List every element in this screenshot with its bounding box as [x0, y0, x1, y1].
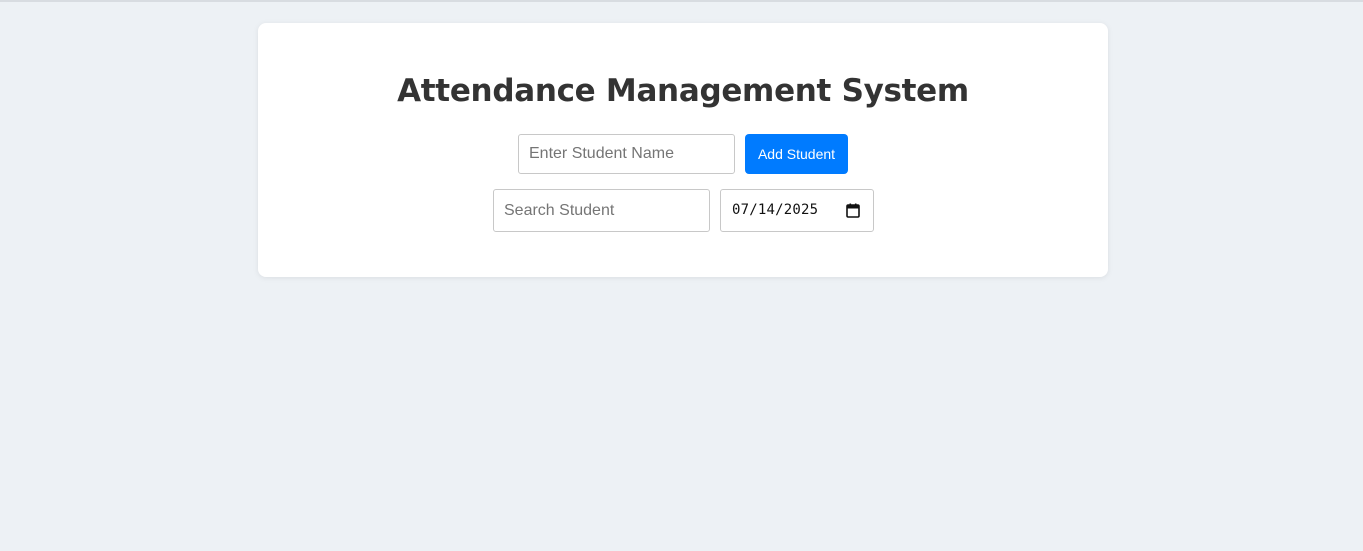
attendance-date-input[interactable]: 07/14/2025 — [720, 189, 874, 232]
calendar-icon[interactable] — [846, 203, 860, 218]
attendance-card: Attendance Management System Add Student… — [258, 23, 1108, 277]
student-name-input[interactable] — [518, 134, 735, 174]
top-border — [0, 0, 1363, 2]
add-student-button[interactable]: Add Student — [745, 134, 848, 174]
page-title: Attendance Management System — [397, 73, 969, 109]
date-value: 07/14/2025 — [732, 202, 819, 218]
search-student-input[interactable] — [493, 189, 710, 232]
